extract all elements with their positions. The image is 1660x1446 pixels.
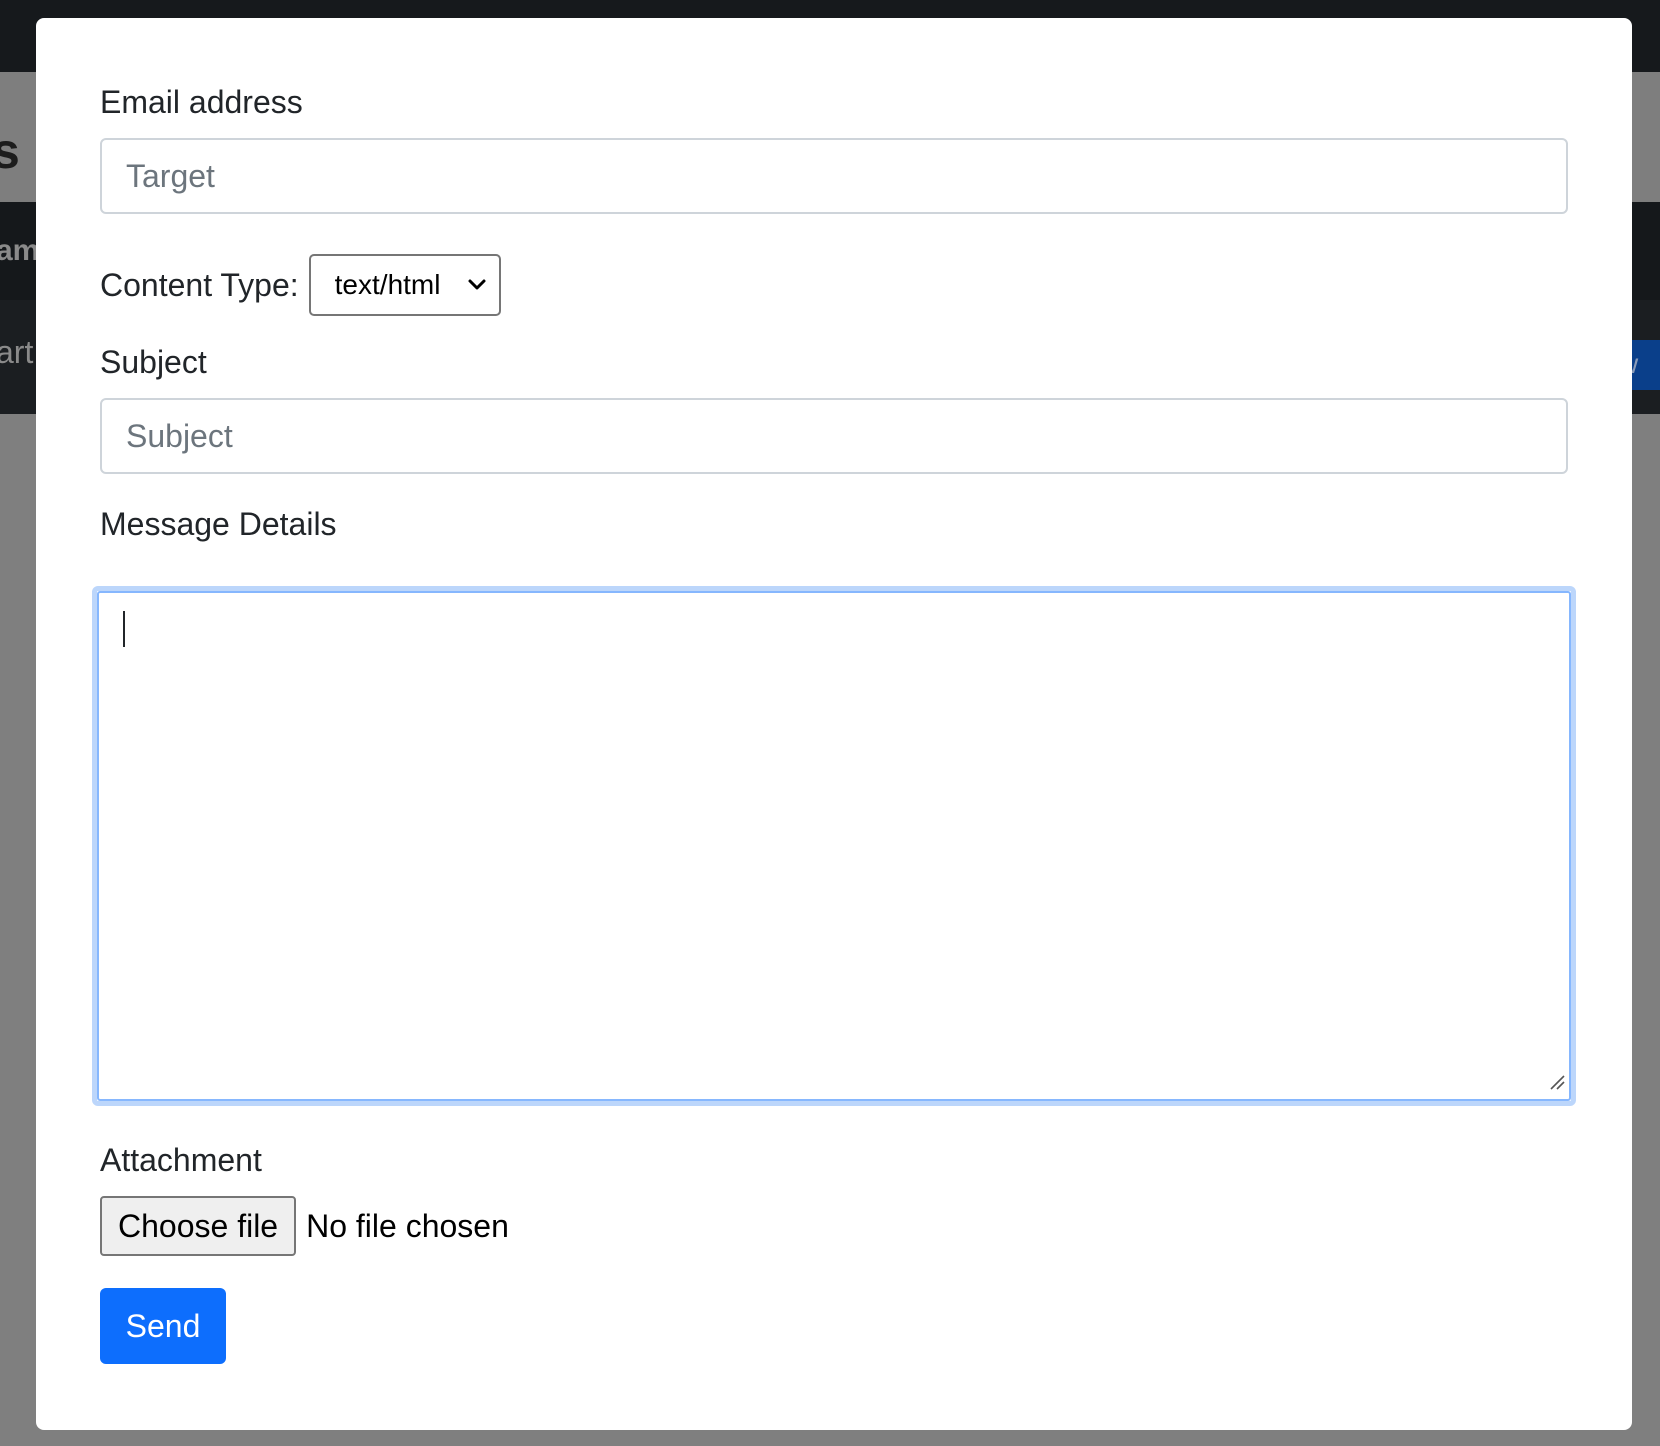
message-details-label: Message Details — [100, 506, 337, 542]
content-type-selected-value: text/html — [334, 269, 441, 300]
subject-input[interactable] — [100, 398, 1568, 474]
file-status-text: No file chosen — [306, 1207, 509, 1244]
subject-label: Subject — [100, 344, 207, 380]
background-page-title: s — [0, 123, 20, 179]
email-label: Email address — [100, 84, 303, 120]
email-modal: Email address Content Type: text/html Su… — [36, 18, 1632, 1430]
text-caret — [123, 611, 125, 647]
background-nav-text: am — [0, 234, 40, 267]
choose-file-button[interactable]: Choose file — [100, 1196, 297, 1256]
content-type-select[interactable]: text/html — [308, 254, 501, 316]
message-focus-ring — [92, 586, 1576, 1106]
send-button[interactable]: Send — [100, 1288, 226, 1364]
message-textarea[interactable] — [97, 591, 1571, 1101]
attachment-label: Attachment — [100, 1142, 262, 1178]
resize-grip-icon[interactable] — [1549, 1074, 1565, 1095]
background-subheader-text: art — [0, 334, 34, 370]
file-input[interactable]: Choose file No file chosen — [100, 1196, 509, 1256]
chevron-down-icon — [467, 278, 487, 292]
email-input[interactable] — [100, 138, 1568, 214]
content-type-label: Content Type: — [100, 267, 299, 303]
content-type-row: Content Type: text/html — [100, 254, 501, 316]
